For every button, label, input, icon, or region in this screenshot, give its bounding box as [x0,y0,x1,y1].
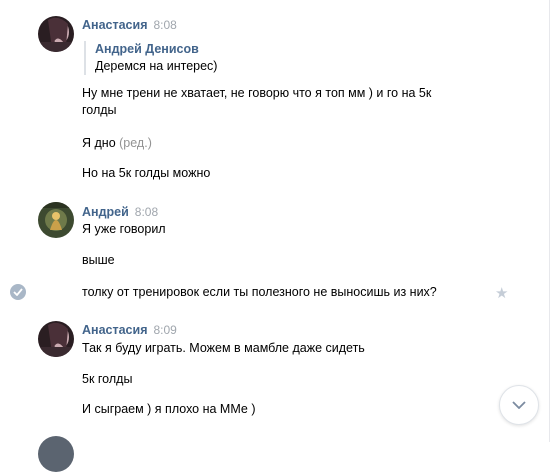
forwarded-message[interactable]: Андрей Денисов Деремся на интерес) [84,41,217,75]
check-circle-icon[interactable] [10,284,26,300]
message-time[interactable]: 8:09 [154,323,177,337]
message-history: Анастасия 8:08 Андрей Денисов Деремся на … [0,0,550,472]
chevron-down-icon [512,401,526,409]
message-text[interactable]: Я уже говорил [82,221,482,238]
edited-mark: (ред.) [119,136,152,150]
message-text[interactable]: Так я буду играть. Можем в мамбле даже с… [82,340,482,357]
message-time[interactable]: 8:08 [135,205,158,219]
message-text[interactable]: 5к голды [82,371,482,388]
message-line: голды [82,103,117,117]
forwarded-author[interactable]: Андрей Денисов [95,41,217,58]
author-name[interactable]: Анастасия [82,18,148,32]
message-time[interactable]: 8:08 [154,18,177,32]
message-text[interactable]: Но на 5к голды можно [82,165,482,182]
message-text[interactable]: Я дно (ред.) [82,135,482,152]
message-body: Я дно [82,136,116,150]
message-line: Ну мне трени не хватает, не говорю что я… [82,86,432,100]
avatar-next-message[interactable] [38,436,74,472]
scroll-down-button[interactable] [499,385,539,425]
forwarded-text: Деремся на интерес) [95,59,218,73]
author-name[interactable]: Анастасия [82,323,148,337]
avatar-anastasia[interactable] [38,321,74,357]
author-name[interactable]: Андрей [82,205,129,219]
message-text[interactable]: Ну мне трени не хватает, не говорю что я… [82,85,482,119]
avatar-anastasia[interactable] [38,16,74,52]
message-header: Анастасия 8:09 [82,322,177,338]
message-header: Анастасия 8:08 [82,17,177,33]
message-text[interactable]: выше [82,252,482,269]
avatar-andrey[interactable] [38,202,74,238]
message-text[interactable]: И сыграем ) я плохо на ММе ) [82,401,482,418]
message-text[interactable]: толку от тренировок если ты полезного не… [82,284,492,301]
star-icon[interactable]: ★ [495,286,508,301]
message-header: Андрей 8:08 [82,204,158,220]
